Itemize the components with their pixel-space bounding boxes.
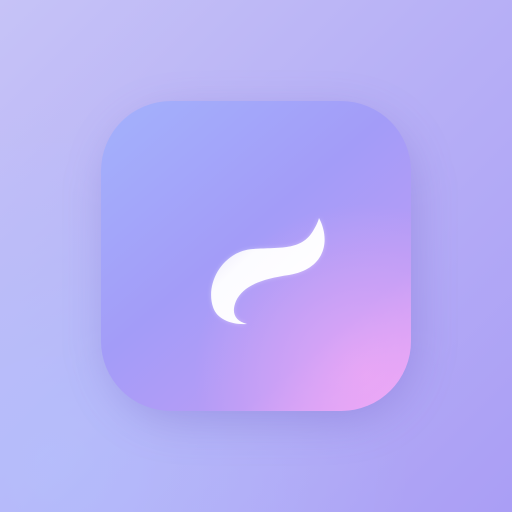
app-icon[interactable] [101,101,411,411]
wave-swirl-icon [211,218,325,325]
icon-showcase-background [0,0,512,512]
